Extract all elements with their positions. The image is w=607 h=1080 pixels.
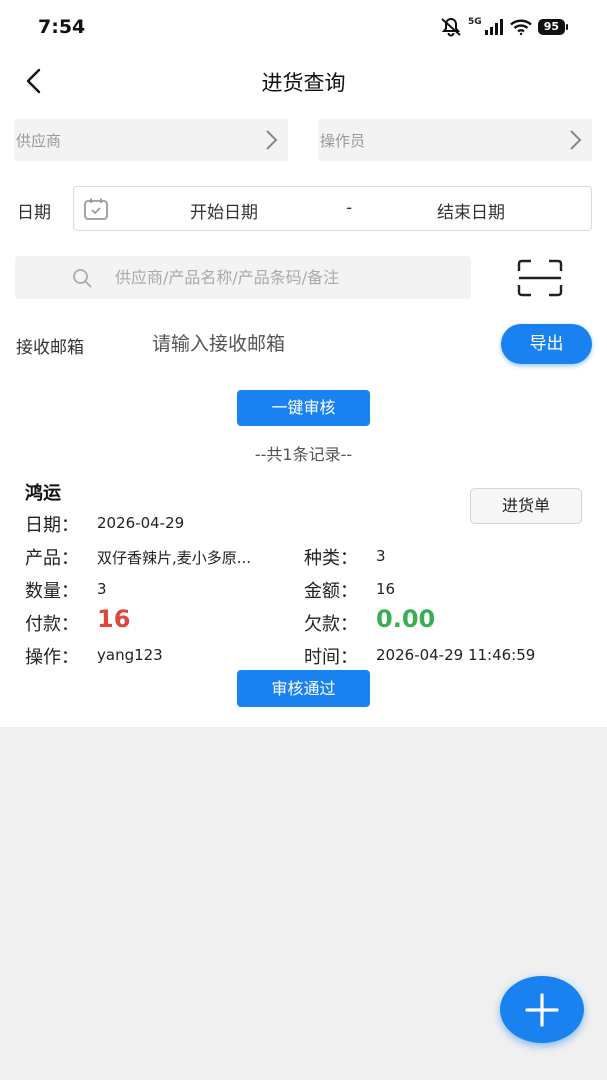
status-icons: 5G 95 — [440, 17, 569, 37]
time-field-value: 2026-04-29 11:46:59 — [376, 646, 536, 664]
quantity-field-value: 3 — [97, 580, 107, 598]
audit-all-button[interactable]: 一键审核 — [237, 390, 370, 426]
email-label: 接收邮箱 — [16, 338, 84, 358]
paid-field-label: 付款： — [25, 614, 79, 635]
product-field-value: 双仔香辣片,麦小多原... — [97, 549, 252, 567]
debt-field-label: 欠款： — [304, 614, 358, 635]
debt-field-value: 0.00 — [376, 605, 436, 633]
search-box — [15, 256, 471, 299]
email-input[interactable] — [152, 328, 452, 360]
approve-button[interactable]: 审核通过 — [237, 670, 370, 707]
date-separator: - — [346, 198, 353, 218]
amount-field-label: 金额： — [304, 581, 358, 602]
search-input[interactable] — [115, 256, 455, 299]
bell-muted-icon — [441, 17, 461, 37]
paid-field-value: 16 — [97, 605, 131, 633]
time-field-label: 时间： — [304, 647, 358, 668]
network-type: 5G — [468, 17, 482, 27]
wifi-icon — [509, 19, 532, 35]
date-field-label: 日期： — [25, 515, 79, 536]
operator-field-value: yang123 — [97, 646, 163, 664]
add-fab-button[interactable] — [500, 976, 584, 1043]
status-time: 7:54 — [38, 16, 86, 38]
signal-icon — [484, 19, 503, 35]
category-field-value: 3 — [376, 547, 386, 565]
invoice-button[interactable]: 进货单 — [470, 488, 582, 524]
scan-icon[interactable] — [517, 259, 563, 297]
start-date-field[interactable]: 开始日期 — [190, 198, 258, 223]
operator-selector[interactable]: 操作员 — [318, 119, 592, 161]
product-field-label: 产品： — [25, 548, 79, 569]
supplier-selector[interactable]: 供应商 — [14, 119, 288, 161]
category-field-label: 种类： — [304, 548, 358, 569]
search-icon — [73, 269, 92, 288]
operator-selector-label: 操作员 — [320, 131, 366, 150]
plus-icon — [525, 992, 559, 1027]
chevron-right-icon — [266, 130, 278, 150]
battery-indicator: 95 — [537, 19, 569, 35]
date-label: 日期 — [17, 203, 51, 223]
record-count: --共1条记录-- — [254, 445, 353, 464]
date-range-picker[interactable]: 开始日期 - 结束日期 — [73, 186, 592, 231]
operator-field-label: 操作： — [25, 647, 79, 668]
supplier-selector-label: 供应商 — [16, 131, 62, 150]
date-field-value: 2026-04-29 — [97, 514, 185, 532]
amount-field-value: 16 — [376, 580, 396, 598]
chevron-right-icon — [570, 130, 582, 150]
status-bar: 7:54 5G 95 — [0, 0, 607, 58]
record-supplier: 鸿运 — [25, 483, 61, 504]
quantity-field-label: 数量： — [25, 581, 79, 602]
export-button[interactable]: 导出 — [501, 324, 592, 364]
page-title: 进货查询 — [261, 71, 346, 95]
calendar-icon — [84, 198, 108, 220]
end-date-field[interactable]: 结束日期 — [437, 198, 505, 223]
